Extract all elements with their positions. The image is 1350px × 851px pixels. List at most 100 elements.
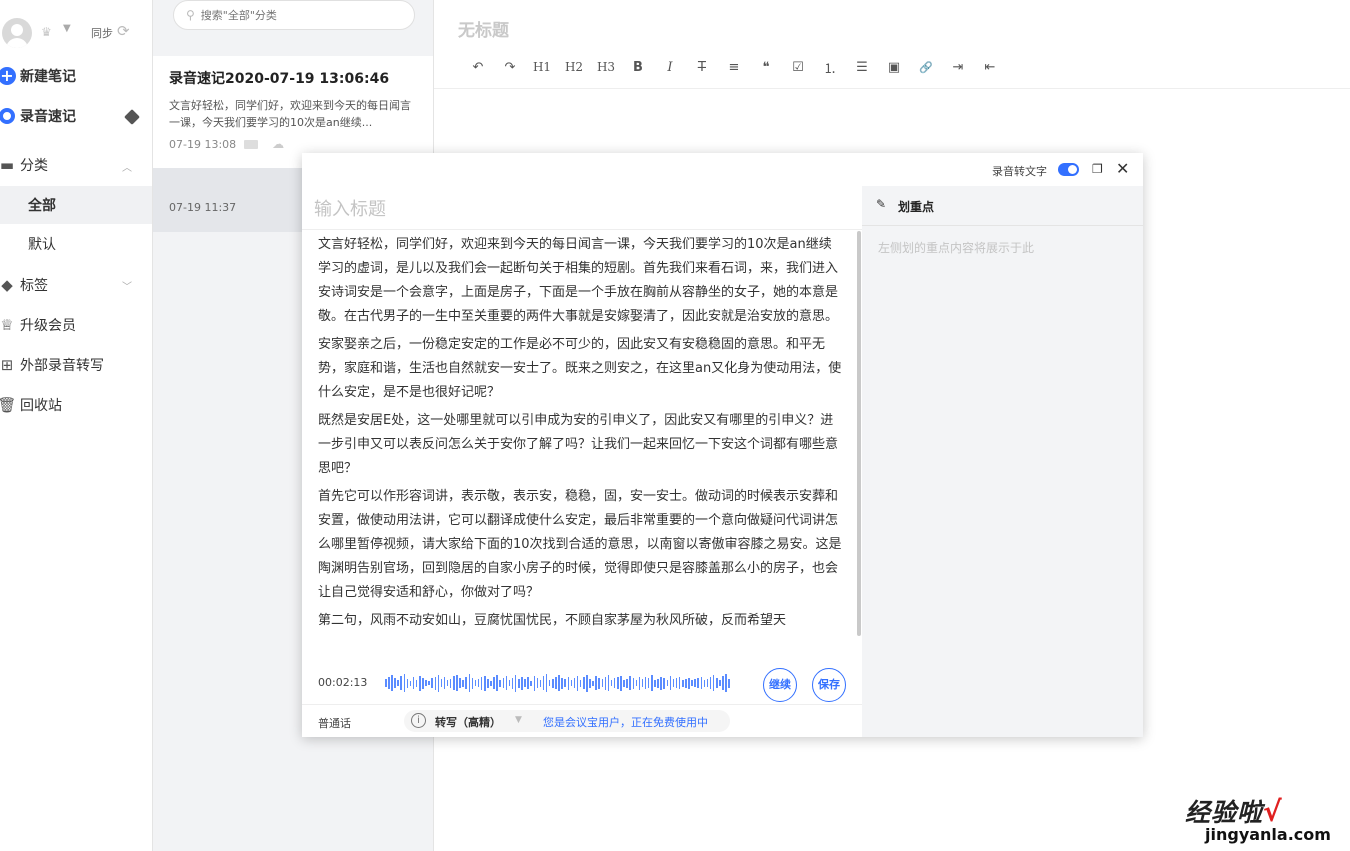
waveform-bar: [428, 681, 430, 685]
language-select[interactable]: 普通话: [318, 715, 351, 731]
waveform-bar: [394, 678, 396, 688]
waveform: [385, 672, 732, 694]
indent-icon[interactable]: ⇥: [942, 60, 974, 75]
page-title[interactable]: 无标题: [458, 16, 509, 41]
transcript-text[interactable]: 文言好轻松，同学们好，欢迎来到今天的每日闻言一课，今天我们要学习的10次是an继…: [318, 233, 842, 653]
waveform-bar: [620, 675, 622, 691]
tags-label: 标签: [20, 278, 48, 294]
waveform-bar: [533, 675, 535, 691]
redo-icon[interactable]: ↷: [494, 60, 526, 75]
save-button[interactable]: 保存: [812, 668, 846, 702]
waveform-bar: [446, 680, 449, 686]
checkbox-icon[interactable]: ☑: [782, 60, 814, 75]
waveform-bar: [487, 678, 489, 688]
waveform-bar: [555, 677, 557, 689]
check-mark: √: [1263, 795, 1282, 828]
highlights-empty-text: 左侧划的重点内容将展示于此: [878, 241, 1035, 255]
scrollbar[interactable]: [857, 231, 861, 636]
sync-label[interactable]: 同步: [91, 25, 113, 41]
crown-icon[interactable]: ♛: [41, 25, 52, 39]
link-icon[interactable]: 🔗: [910, 61, 942, 74]
avatar[interactable]: [2, 18, 32, 48]
waveform-bar: [499, 679, 501, 687]
bold-icon[interactable]: B: [622, 60, 654, 75]
waveform-bar: [542, 676, 545, 690]
search-box[interactable]: ⚲: [173, 0, 415, 30]
chevron-up-icon[interactable]: ︿: [122, 159, 132, 174]
heading1-icon[interactable]: H1: [526, 60, 558, 74]
sidebar-item-default[interactable]: 默认: [0, 225, 152, 263]
waveform-bar: [651, 675, 653, 691]
rec-to-text-toggle[interactable]: [1058, 163, 1079, 176]
note-date: 07-19 13:08: [169, 137, 237, 151]
quote-icon[interactable]: ❝: [750, 60, 782, 75]
waveform-bar: [641, 679, 644, 687]
sidebar-item-external-transcribe[interactable]: ⊞ 外部录音转写: [0, 346, 152, 384]
watermark-text: 经验啦: [1185, 798, 1264, 827]
waveform-bar: [527, 677, 529, 689]
trash-label: 回收站: [20, 398, 62, 414]
waveform-bar: [722, 676, 724, 690]
divider: [302, 229, 862, 230]
waveform-bar: [598, 677, 600, 689]
list-item[interactable]: 录音速记2020-07-19 13:06:46 文言好轻松，同学们好，欢迎来到今…: [153, 56, 433, 168]
restore-icon[interactable]: ❐: [1092, 162, 1103, 176]
close-icon[interactable]: ✕: [1116, 159, 1129, 178]
upgrade-label: 升级会员: [20, 318, 76, 334]
heading3-icon[interactable]: H3: [590, 60, 622, 74]
search-input[interactable]: [200, 8, 381, 22]
undo-icon[interactable]: ↶: [462, 60, 494, 75]
paragraph: 第二句，风雨不动安如山，豆腐忧国忧民，不顾自家茅屋为秋风所破，反而希望天: [318, 613, 787, 628]
waveform-bar: [685, 678, 687, 688]
italic-icon[interactable]: I: [654, 60, 686, 75]
waveform-bar: [397, 680, 399, 686]
sync-icon[interactable]: ⟳: [117, 22, 130, 40]
transcribe-mode-select[interactable]: 转写（高精）: [435, 714, 501, 730]
new-note-button[interactable]: + 新建笔记: [0, 57, 152, 95]
mode-pill: i 转写（高精） ▼ 您是会议宝用户，正在免费使用中: [404, 710, 730, 732]
waveform-bar: [697, 678, 699, 688]
chevron-down-icon[interactable]: ▼: [515, 715, 522, 725]
trash-icon: 🗑: [0, 396, 17, 414]
waveform-bar: [688, 677, 690, 689]
continue-button[interactable]: 继续: [763, 668, 797, 702]
info-icon[interactable]: i: [411, 713, 426, 728]
waveform-bar: [700, 677, 703, 689]
waveform-bar: [480, 676, 483, 690]
sidebar-item-trash[interactable]: 🗑 回收站: [0, 386, 152, 424]
waveform-bar: [660, 676, 662, 690]
waveform-bar: [459, 678, 461, 688]
waveform-bar: [474, 680, 477, 686]
waveform-bar: [678, 677, 681, 689]
divider: [434, 88, 1350, 89]
waveform-bar: [629, 676, 631, 690]
waveform-bar: [583, 677, 585, 689]
waveform-bar: [502, 678, 505, 688]
category-label: 分类: [20, 158, 48, 174]
waveform-bar: [431, 678, 433, 688]
waveform-bar: [632, 677, 634, 689]
chevron-down-icon[interactable]: ▼: [63, 23, 71, 34]
waveform-bar: [409, 680, 412, 686]
waveform-bar: [437, 674, 440, 692]
chevron-down-icon[interactable]: ﹀: [122, 278, 132, 293]
align-icon[interactable]: ≡: [718, 60, 750, 75]
title-input[interactable]: 输入标题: [314, 195, 386, 221]
outdent-icon[interactable]: ⇤: [974, 60, 1006, 75]
waveform-bar: [706, 679, 709, 687]
watermark-url: jingyanla.com: [1205, 825, 1331, 844]
strikethrough-icon[interactable]: T̶: [686, 60, 718, 75]
heading2-icon[interactable]: H2: [558, 60, 590, 74]
bullet-list-icon[interactable]: ☰: [846, 60, 878, 75]
image-icon[interactable]: ▣: [878, 60, 910, 75]
waveform-bar: [595, 676, 597, 690]
sidebar-item-upgrade[interactable]: ♕ 升级会员: [0, 306, 152, 344]
sidebar-item-all[interactable]: 全部: [0, 186, 152, 224]
ordered-list-icon[interactable]: ⒈: [814, 58, 846, 77]
waveform-bar: [462, 679, 464, 687]
waveform-bar: [465, 677, 467, 689]
waveform-bar: [477, 679, 480, 687]
waveform-bar: [623, 679, 625, 687]
waveform-bar: [666, 680, 669, 686]
waveform-bar: [601, 679, 604, 687]
